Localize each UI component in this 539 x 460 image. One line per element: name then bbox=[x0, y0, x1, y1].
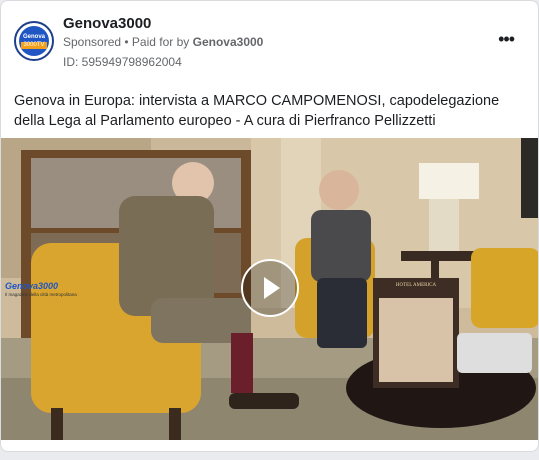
more-horizontal-icon: ••• bbox=[498, 29, 515, 49]
video-watermark-subtitle: Il magazine della città metropolitana bbox=[5, 292, 77, 297]
paid-for-name: Genova3000 bbox=[192, 35, 264, 49]
post-caption: Genova in Europa: intervista a MARCO CAM… bbox=[14, 93, 500, 129]
ad-id: ID: 595949798962004 bbox=[63, 55, 182, 69]
ad-card: Genova 3000TV Genova3000 Sponsored • Pai… bbox=[0, 0, 539, 452]
sponsored-label: Sponsored bbox=[63, 35, 122, 49]
play-icon bbox=[264, 277, 280, 299]
avatar-logo: Genova 3000TV bbox=[19, 26, 49, 56]
video-watermark: Genova3000 bbox=[5, 281, 59, 291]
avatar-text-line1: Genova bbox=[22, 33, 45, 40]
meta-separator: • bbox=[121, 35, 132, 49]
play-button[interactable] bbox=[241, 259, 299, 317]
paid-for-label: Paid for by bbox=[131, 35, 193, 49]
avatar-text-line2: 3000TV bbox=[21, 41, 47, 49]
more-options-button[interactable]: ••• bbox=[498, 29, 515, 50]
page-avatar[interactable]: Genova 3000TV bbox=[14, 21, 54, 61]
sponsor-line: Sponsored • Paid for by Genova3000 bbox=[63, 35, 263, 49]
book-title: HOTEL AMERICA bbox=[395, 283, 437, 288]
page-name[interactable]: Genova3000 bbox=[63, 15, 151, 32]
